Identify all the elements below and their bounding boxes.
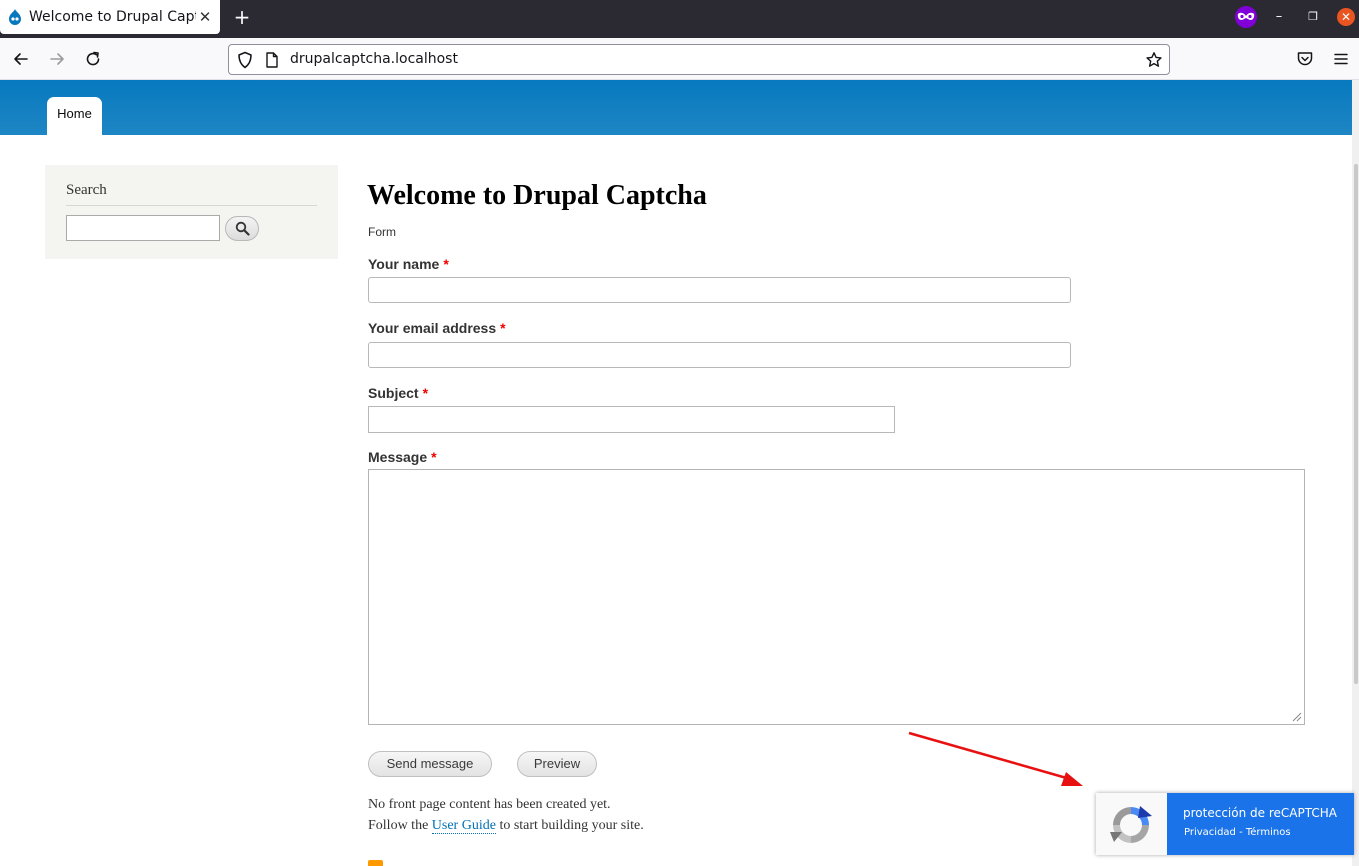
window-minimize-button[interactable]: – — [1270, 8, 1288, 26]
recaptcha-protection-text: protección de reCAPTCHA — [1183, 806, 1337, 820]
name-field[interactable] — [368, 277, 1071, 303]
search-button[interactable] — [225, 216, 259, 241]
recaptcha-panel: protección de reCAPTCHA Privacidad - Tér… — [1167, 793, 1354, 855]
search-block-title: Search — [66, 182, 317, 206]
search-input[interactable] — [66, 215, 220, 241]
recaptcha-separator: - — [1235, 827, 1246, 838]
subject-label-text: Subject — [368, 385, 419, 401]
recaptcha-privacy-link[interactable]: Privacidad — [1184, 827, 1236, 838]
resize-grip-icon[interactable] — [1292, 712, 1302, 722]
site-header: Home — [0, 80, 1352, 135]
no-content-message: No front page content has been created y… — [368, 797, 611, 812]
message-label-text: Message — [368, 449, 428, 465]
forward-arrow-icon[interactable] — [47, 49, 67, 69]
drupal-favicon — [9, 9, 21, 25]
window-maximize-button[interactable]: ❐ — [1304, 8, 1322, 26]
recaptcha-prefix: protección de — [1183, 806, 1269, 820]
tab-title: Welcome to Drupal Captcha — [29, 9, 196, 25]
shield-icon[interactable] — [236, 51, 254, 69]
user-guide-message: Follow the User Guide to start building … — [368, 818, 644, 834]
send-message-button[interactable]: Send message — [368, 751, 492, 777]
pocket-icon[interactable] — [1295, 49, 1315, 69]
page-title: Welcome to Drupal Captcha — [367, 180, 707, 211]
required-marker: * — [431, 449, 437, 465]
reload-icon[interactable] — [83, 49, 103, 69]
recaptcha-links: Privacidad - Términos — [1184, 827, 1291, 838]
name-label: Your name * — [368, 256, 449, 272]
required-marker: * — [422, 385, 429, 401]
browser-tab-strip: Welcome to Drupal Captcha ✕ + – ❐ ✕ — [0, 0, 1359, 38]
search-block: Search — [45, 165, 338, 259]
recaptcha-logo-icon — [1110, 806, 1152, 843]
recaptcha-brand: reCAPTCHA — [1268, 806, 1337, 820]
search-icon — [235, 221, 250, 236]
tab-close-icon[interactable]: ✕ — [198, 8, 212, 26]
window-close-button[interactable]: ✕ — [1337, 8, 1355, 26]
address-bar[interactable]: drupalcaptcha.localhost — [228, 44, 1170, 75]
page-icon — [266, 52, 278, 68]
user-guide-prefix: Follow the — [368, 818, 429, 833]
browser-toolbar: drupalcaptcha.localhost — [0, 38, 1359, 80]
rss-feed-icon[interactable] — [368, 860, 383, 866]
browser-tab[interactable]: Welcome to Drupal Captcha ✕ — [0, 0, 220, 34]
name-label-text: Your name — [368, 256, 440, 272]
email-label: Your email address * — [368, 320, 506, 336]
required-marker: * — [500, 320, 506, 336]
form-label: Form — [368, 225, 396, 239]
message-label: Message * — [368, 449, 437, 465]
message-textarea[interactable] — [368, 469, 1305, 725]
user-guide-link[interactable]: User Guide — [431, 818, 496, 834]
email-field[interactable] — [368, 342, 1071, 368]
scrollbar-thumb[interactable] — [1354, 164, 1358, 684]
preview-button[interactable]: Preview — [517, 751, 597, 777]
recaptcha-badge[interactable]: protección de reCAPTCHA Privacidad - Tér… — [1096, 793, 1354, 855]
private-browsing-icon — [1235, 6, 1257, 28]
back-arrow-icon[interactable] — [11, 49, 31, 69]
bookmark-star-icon[interactable] — [1145, 51, 1163, 69]
nav-tab-home[interactable]: Home — [47, 97, 102, 135]
email-label-text: Your email address — [368, 320, 497, 336]
subject-field[interactable] — [368, 406, 895, 433]
user-guide-suffix: to start building your site. — [499, 818, 644, 833]
required-marker: * — [443, 256, 449, 272]
subject-label: Subject * — [368, 385, 428, 401]
url-text[interactable]: drupalcaptcha.localhost — [290, 51, 458, 67]
new-tab-button[interactable]: + — [231, 6, 253, 28]
page-scrollbar[interactable] — [1352, 80, 1359, 866]
recaptcha-terms-link[interactable]: Términos — [1246, 827, 1291, 838]
hamburger-menu-icon[interactable] — [1331, 49, 1351, 69]
